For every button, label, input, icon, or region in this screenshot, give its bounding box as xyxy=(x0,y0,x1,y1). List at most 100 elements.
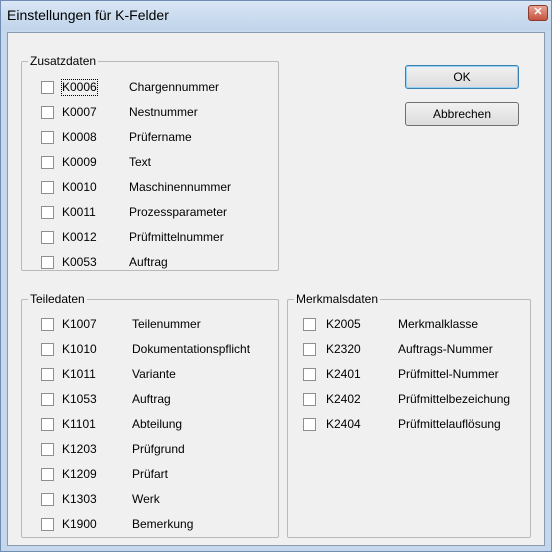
field-description: Prüfername xyxy=(129,130,192,144)
checkbox-k0010[interactable] xyxy=(41,181,54,194)
field-code: K2005 xyxy=(326,317,361,331)
field-code: K1007 xyxy=(62,317,97,331)
field-description: Variante xyxy=(132,367,176,381)
dialog-window: Einstellungen für K-Felder ✕ Zusatzdaten… xyxy=(0,0,552,552)
field-code: K1303 xyxy=(62,492,97,506)
checkbox-k0006[interactable] xyxy=(41,81,54,94)
field-description: Prüfmittel-Nummer xyxy=(398,367,499,381)
group-teiledaten-label: Teiledaten xyxy=(28,292,87,306)
checkbox-row-k0009[interactable]: K0009 Text xyxy=(41,155,271,171)
checkbox-k2005[interactable] xyxy=(303,318,316,331)
checkbox-k1053[interactable] xyxy=(41,393,54,406)
field-code: K1010 xyxy=(62,342,97,356)
field-description: Prüfgrund xyxy=(132,442,185,456)
close-icon: ✕ xyxy=(533,6,543,18)
field-code: K0011 xyxy=(62,205,96,219)
checkbox-k0012[interactable] xyxy=(41,231,54,244)
checkbox-row-k0007[interactable]: K0007 Nestnummer xyxy=(41,105,271,121)
group-merkmalsdaten: Merkmalsdaten K2005 Merkmalklasse K2320 … xyxy=(287,292,531,538)
field-code: K1900 xyxy=(62,517,97,531)
checkbox-row-k1010[interactable]: K1010 Dokumentationspflicht xyxy=(41,342,273,358)
field-description: Auftrag xyxy=(129,255,168,269)
field-description: Bemerkung xyxy=(132,517,194,531)
checkbox-row-k1303[interactable]: K1303 Werk xyxy=(41,492,273,508)
checkbox-k2401[interactable] xyxy=(303,368,316,381)
field-description: Prüfart xyxy=(132,467,169,481)
field-code: K0007 xyxy=(62,105,97,119)
checkbox-row-k1011[interactable]: K1011 Variante xyxy=(41,367,273,383)
cancel-button[interactable]: Abbrechen xyxy=(405,102,519,126)
checkbox-row-k2404[interactable]: K2404 Prüfmittelauflösung xyxy=(303,417,527,433)
field-code: K2401 xyxy=(326,367,361,381)
close-button[interactable]: ✕ xyxy=(528,5,548,21)
checkbox-row-k1203[interactable]: K1203 Prüfgrund xyxy=(41,442,273,458)
checkbox-k1209[interactable] xyxy=(41,468,54,481)
group-teiledaten: Teiledaten K1007 Teilenummer K1010 Dokum… xyxy=(21,292,279,538)
checkbox-k0008[interactable] xyxy=(41,131,54,144)
field-description: Text xyxy=(129,155,152,169)
ok-button[interactable]: OK xyxy=(405,65,519,89)
field-description: Auftrags-Nummer xyxy=(398,342,493,356)
checkbox-row-k0011[interactable]: K0011 Prozessparameter xyxy=(41,205,271,221)
checkbox-k1900[interactable] xyxy=(41,518,54,531)
checkbox-k1007[interactable] xyxy=(41,318,54,331)
field-code: K1203 xyxy=(62,442,97,456)
group-zusatzdaten: Zusatzdaten K0006 Chargennummer K0007 Ne… xyxy=(21,54,279,271)
checkbox-k1101[interactable] xyxy=(41,418,54,431)
field-code: K1011 xyxy=(62,367,96,381)
checkbox-row-k1900[interactable]: K1900 Bemerkung xyxy=(41,517,273,533)
checkbox-k2404[interactable] xyxy=(303,418,316,431)
checkbox-k1203[interactable] xyxy=(41,443,54,456)
field-code: K0006 xyxy=(61,79,98,96)
field-code: K0009 xyxy=(62,155,97,169)
checkbox-row-k1007[interactable]: K1007 Teilenummer xyxy=(41,317,273,333)
checkbox-k1011[interactable] xyxy=(41,368,54,381)
checkbox-k0053[interactable] xyxy=(41,256,54,269)
checkbox-row-k0008[interactable]: K0008 Prüfername xyxy=(41,130,271,146)
field-description: Chargennummer xyxy=(129,80,220,94)
checkbox-row-k2320[interactable]: K2320 Auftrags-Nummer xyxy=(303,342,527,358)
checkbox-k1303[interactable] xyxy=(41,493,54,506)
checkbox-row-k2005[interactable]: K2005 Merkmalklasse xyxy=(303,317,527,333)
field-code: K0012 xyxy=(62,230,97,244)
group-zusatzdaten-label: Zusatzdaten xyxy=(28,54,99,68)
checkbox-row-k2401[interactable]: K2401 Prüfmittel-Nummer xyxy=(303,367,527,383)
checkbox-row-k1053[interactable]: K1053 Auftrag xyxy=(41,392,273,408)
field-code: K2402 xyxy=(326,392,361,406)
checkbox-k0009[interactable] xyxy=(41,156,54,169)
field-code: K2320 xyxy=(326,342,361,356)
field-description: Auftrag xyxy=(132,392,171,406)
field-code: K0053 xyxy=(62,255,97,269)
field-description: Prüfmittelauflösung xyxy=(398,417,501,431)
field-description: Dokumentationspflicht xyxy=(132,342,251,356)
window-title: Einstellungen für K-Felder xyxy=(7,7,169,23)
checkbox-row-k1209[interactable]: K1209 Prüfart xyxy=(41,467,273,483)
checkbox-row-k2402[interactable]: K2402 Prüfmittelbezeichung xyxy=(303,392,527,408)
group-merkmalsdaten-label: Merkmalsdaten xyxy=(294,292,381,306)
field-description: Merkmalklasse xyxy=(398,317,479,331)
checkbox-row-k0010[interactable]: K0010 Maschinennummer xyxy=(41,180,271,196)
field-code: K1053 xyxy=(62,392,97,406)
checkbox-row-k0006[interactable]: K0006 Chargennummer xyxy=(41,79,271,96)
field-code: K2404 xyxy=(326,417,361,431)
field-description: Maschinennummer xyxy=(129,180,232,194)
field-description: Abteilung xyxy=(132,417,183,431)
checkbox-row-k1101[interactable]: K1101 Abteilung xyxy=(41,417,273,433)
checkbox-k0011[interactable] xyxy=(41,206,54,219)
field-description: Nestnummer xyxy=(129,105,198,119)
checkbox-k2320[interactable] xyxy=(303,343,316,356)
field-code: K0008 xyxy=(62,130,97,144)
field-description: Prüfmittelbezeichung xyxy=(398,392,511,406)
field-description: Werk xyxy=(132,492,160,506)
checkbox-k2402[interactable] xyxy=(303,393,316,406)
field-code: K0010 xyxy=(62,180,97,194)
checkbox-k0007[interactable] xyxy=(41,106,54,119)
field-code: K1209 xyxy=(62,467,97,481)
field-description: Prüfmittelnummer xyxy=(129,230,224,244)
checkbox-k1010[interactable] xyxy=(41,343,54,356)
title-bar: Einstellungen für K-Felder ✕ xyxy=(1,1,551,30)
field-description: Prozessparameter xyxy=(129,205,228,219)
checkbox-row-k0012[interactable]: K0012 Prüfmittelnummer xyxy=(41,230,271,246)
checkbox-row-k0053[interactable]: K0053 Auftrag xyxy=(41,255,271,271)
field-code: K1101 xyxy=(62,417,96,431)
